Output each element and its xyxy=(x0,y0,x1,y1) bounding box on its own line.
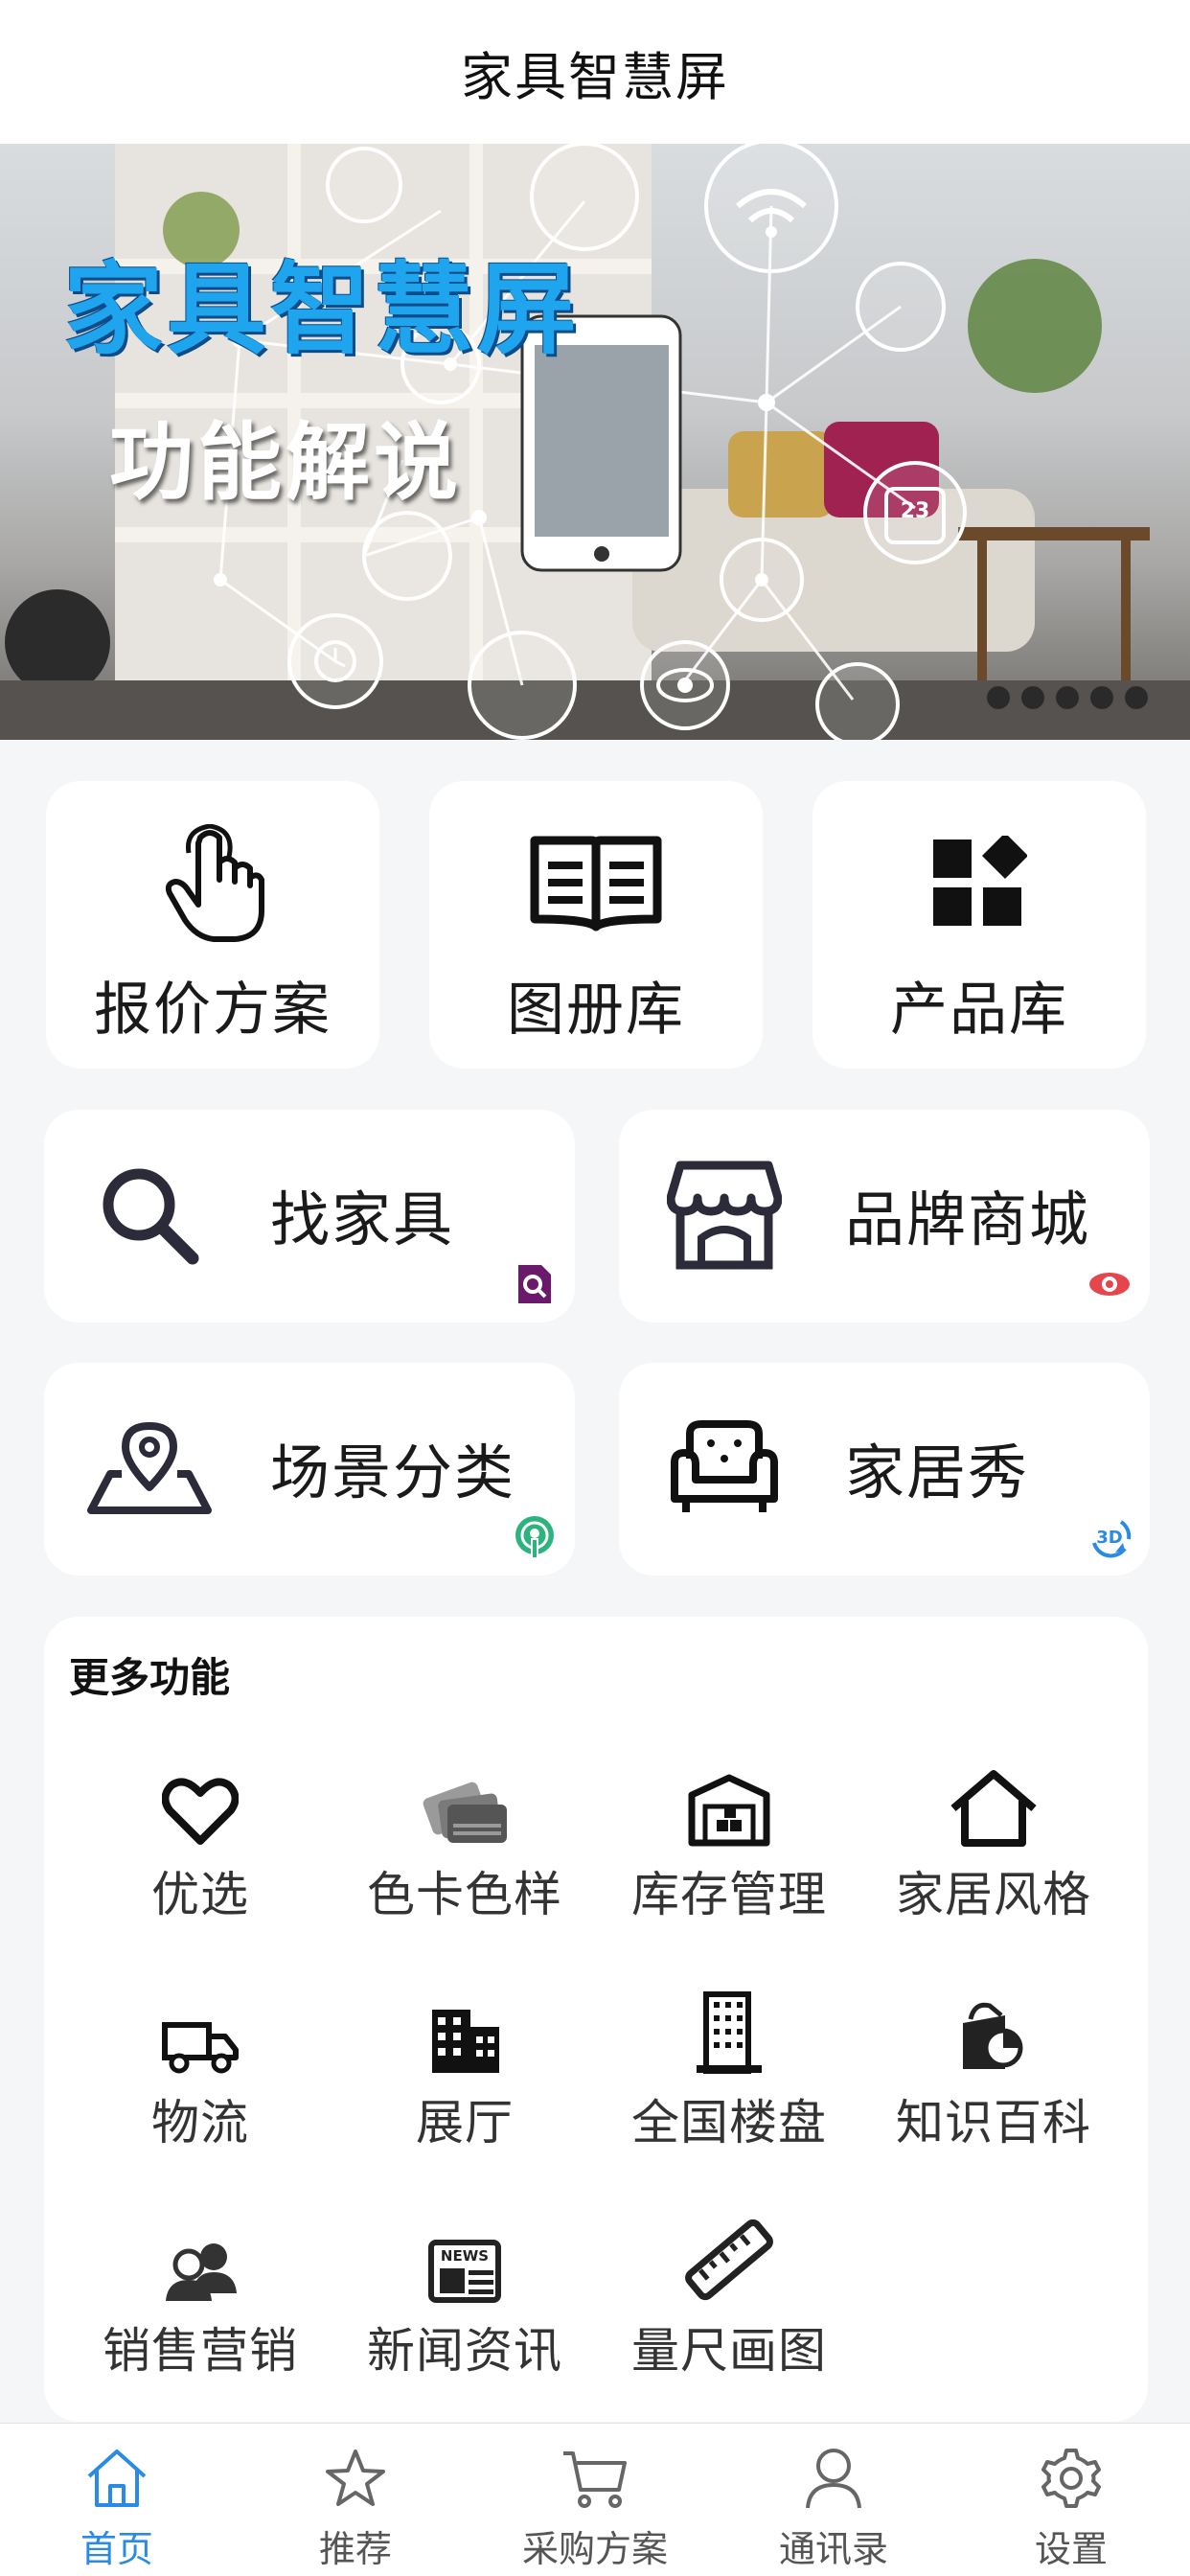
grid-item-label: 量尺画图 xyxy=(631,2323,827,2379)
grid-item-sales-marketing[interactable]: 销售营销 xyxy=(76,2207,325,2399)
grid-item-color-cards[interactable]: 色卡色样 xyxy=(340,1751,589,1943)
grid-item-label: 展厅 xyxy=(416,2095,514,2150)
tab-purchase-plan[interactable]: 采购方案 xyxy=(499,2424,691,2576)
carousel-dot[interactable] xyxy=(1021,686,1044,709)
section-title: 更多功能 xyxy=(69,1654,231,1701)
grid-item-label: 新闻资讯 xyxy=(367,2323,562,2379)
heart-icon xyxy=(76,1751,325,1847)
carousel-dot[interactable] xyxy=(1090,686,1113,709)
card-label: 场景分类 xyxy=(270,1438,516,1507)
grid-item-label: 色卡色样 xyxy=(367,1867,562,1922)
promo-banner[interactable]: 家具智慧屏 功能解说 23 xyxy=(0,144,1190,740)
person-icon xyxy=(738,2441,929,2516)
grid-item-knowledge[interactable]: 知识百科 xyxy=(869,1979,1118,2171)
knowledge-bag-icon xyxy=(869,1979,1118,2075)
app-header: 家具智慧屏 xyxy=(0,0,1190,144)
card-label: 产品库 xyxy=(890,977,1068,1044)
tab-settings[interactable]: 设置 xyxy=(975,2424,1167,2576)
grid-item-national-property[interactable]: 全国楼盘 xyxy=(605,1979,854,2171)
tower-building-icon xyxy=(605,1979,854,2075)
calendar-date-text: 23 xyxy=(900,499,930,523)
quote-plan-card[interactable]: 报价方案 xyxy=(46,781,379,1069)
card-label: 品牌商城 xyxy=(845,1184,1091,1254)
search-doc-badge-icon xyxy=(512,1261,558,1307)
find-furniture-card[interactable]: 找家具 xyxy=(44,1110,575,1322)
3d-rotate-badge-icon: 3D xyxy=(1087,1514,1133,1560)
banner-headline: 家具智慧屏 xyxy=(63,251,582,368)
grid-item-inventory[interactable]: 库存管理 xyxy=(605,1751,854,1943)
search-icon xyxy=(82,1148,217,1282)
product-library-card[interactable]: 产品库 xyxy=(812,781,1146,1069)
grid-item-label: 物流 xyxy=(151,2095,249,2150)
color-cards-icon xyxy=(340,1751,589,1847)
carousel-dot[interactable] xyxy=(1125,686,1148,709)
more-functions-panel: 更多功能 优选 色卡色样 库存管理 家居风格 物流 展厅 全国楼盘 知识百科 销… xyxy=(44,1617,1148,2422)
page-title: 家具智慧屏 xyxy=(461,46,729,107)
eye-badge-icon xyxy=(1087,1261,1133,1307)
tab-label: 通讯录 xyxy=(778,2528,888,2570)
tab-contacts[interactable]: 通讯录 xyxy=(738,2424,929,2576)
brand-mall-card[interactable]: 品牌商城 xyxy=(619,1110,1150,1322)
home-icon xyxy=(21,2441,213,2516)
grid-item-news[interactable]: NEWS 新闻资讯 xyxy=(340,2207,589,2399)
tab-label: 采购方案 xyxy=(521,2528,668,2570)
truck-icon xyxy=(76,1979,325,2075)
grid-item-label: 家居风格 xyxy=(896,1867,1091,1922)
grid-item-showroom[interactable]: 展厅 xyxy=(340,1979,589,2171)
gear-icon xyxy=(975,2441,1167,2516)
app-grid-icon xyxy=(931,821,1027,946)
tab-label: 推荐 xyxy=(318,2528,392,2570)
news-icon-text: NEWS xyxy=(440,2247,490,2265)
tab-label: 首页 xyxy=(80,2528,153,2570)
grid-item-home-style[interactable]: 家居风格 xyxy=(869,1751,1118,1943)
map-pin-icon xyxy=(82,1401,217,1535)
catalog-card[interactable]: 图册库 xyxy=(429,781,763,1069)
people-icon xyxy=(76,2207,325,2303)
carousel-indicator[interactable] xyxy=(987,686,1148,709)
grid-item-measure-draw[interactable]: 量尺画图 xyxy=(605,2207,854,2399)
carousel-dot[interactable] xyxy=(1056,686,1079,709)
grid-item-preferred[interactable]: 优选 xyxy=(76,1751,325,1943)
grid-item-label: 知识百科 xyxy=(896,2095,1091,2150)
tab-recommend[interactable]: 推荐 xyxy=(260,2424,451,2576)
storefront-icon xyxy=(657,1148,791,1282)
carousel-dot[interactable] xyxy=(987,686,1010,709)
news-icon: NEWS xyxy=(340,2207,589,2303)
armchair-icon xyxy=(657,1401,791,1535)
tab-home[interactable]: 首页 xyxy=(21,2424,213,2576)
card-label: 报价方案 xyxy=(94,977,332,1044)
home-show-card[interactable]: 家居秀 3D xyxy=(619,1363,1150,1576)
card-label: 图册库 xyxy=(507,977,685,1044)
bottom-tab-bar: 首页 推荐 采购方案 通讯录 设置 xyxy=(0,2423,1190,2576)
card-label: 找家具 xyxy=(270,1184,455,1254)
tab-label: 设置 xyxy=(1034,2528,1108,2570)
grid-item-logistics[interactable]: 物流 xyxy=(76,1979,325,2171)
podcast-badge-icon xyxy=(512,1514,558,1560)
office-building-icon xyxy=(340,1979,589,2075)
hand-pointer-icon xyxy=(160,821,265,946)
grid-item-label: 全国楼盘 xyxy=(631,2095,827,2150)
scene-category-card[interactable]: 场景分类 xyxy=(44,1363,575,1576)
grid-item-label: 销售营销 xyxy=(103,2323,298,2379)
cart-icon xyxy=(499,2441,691,2516)
house-icon xyxy=(869,1751,1118,1847)
card-label: 家居秀 xyxy=(845,1438,1030,1507)
banner-subline: 功能解说 xyxy=(109,413,463,512)
grid-item-label: 优选 xyxy=(151,1867,249,1922)
grid-item-label: 库存管理 xyxy=(631,1867,827,1922)
warehouse-icon xyxy=(605,1751,854,1847)
star-icon xyxy=(260,2441,451,2516)
ruler-icon xyxy=(605,2207,854,2303)
3d-badge-text: 3D xyxy=(1096,1527,1123,1548)
open-book-icon xyxy=(529,821,663,946)
